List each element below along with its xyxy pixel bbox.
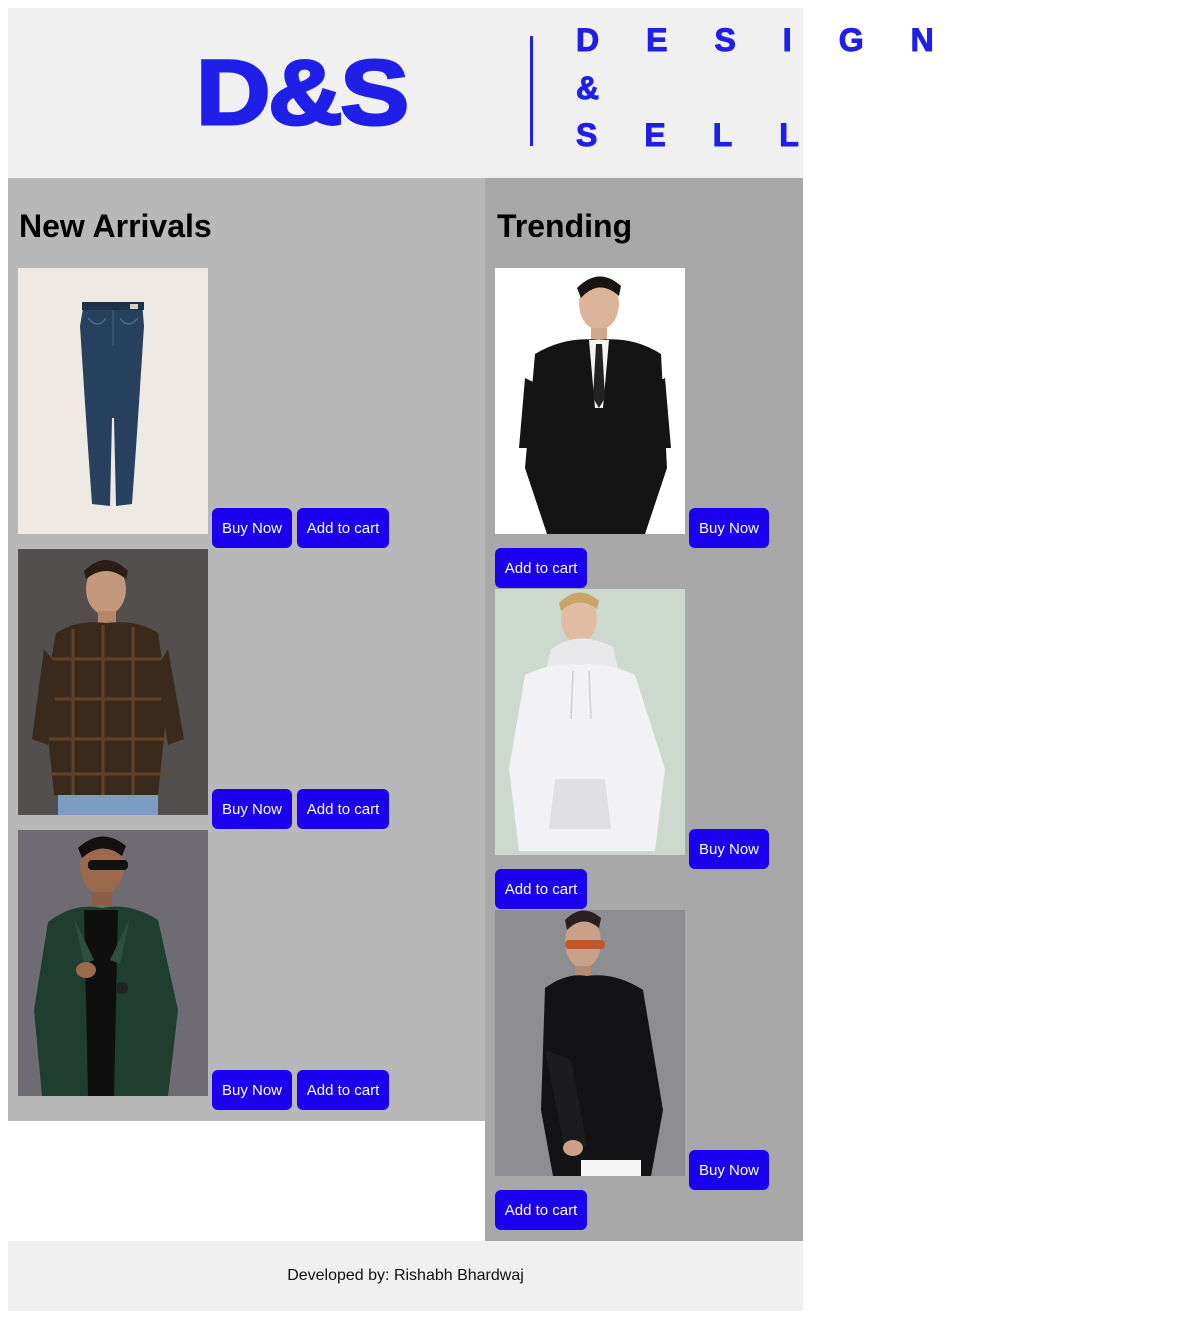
buy-now-button[interactable]: Buy Now bbox=[689, 508, 769, 548]
tagline-design: DESIGN bbox=[576, 22, 981, 59]
buy-now-button[interactable]: Buy Now bbox=[212, 508, 292, 548]
brand-logo[interactable]: D&S bbox=[194, 46, 410, 141]
black-sweater-image-graphic bbox=[495, 910, 685, 1176]
buy-now-button[interactable]: Buy Now bbox=[689, 1150, 769, 1190]
add-to-cart-button[interactable]: Add to cart bbox=[495, 1190, 587, 1230]
tagline-sell: SELL bbox=[576, 117, 846, 154]
footer-credit: Developed by: Rishabh Bhardwaj bbox=[287, 1267, 524, 1284]
logo-divider bbox=[530, 36, 533, 146]
jeans-image-graphic bbox=[18, 268, 208, 534]
footer: Developed by: Rishabh Bhardwaj bbox=[8, 1241, 803, 1311]
green-jacket-image[interactable] bbox=[18, 830, 208, 1096]
trending-section: Trending Buy Now Add to cart Buy Now Add… bbox=[485, 178, 803, 1241]
new-arrivals-title: New Arrivals bbox=[19, 208, 212, 244]
tagline-ampersand: & bbox=[575, 70, 647, 107]
add-to-cart-button[interactable]: Add to cart bbox=[297, 1070, 389, 1110]
add-to-cart-button[interactable]: Add to cart bbox=[495, 869, 587, 909]
black-sweater-image[interactable] bbox=[495, 910, 685, 1176]
jeans-image[interactable] bbox=[18, 268, 208, 534]
white-hoodie-image[interactable] bbox=[495, 589, 685, 855]
white-hoodie-image-graphic bbox=[495, 589, 685, 855]
add-to-cart-button[interactable]: Add to cart bbox=[495, 548, 587, 588]
header: D&S DESIGN & SELL bbox=[8, 8, 934, 178]
green-jacket-image-graphic bbox=[18, 830, 208, 1096]
add-to-cart-button[interactable]: Add to cart bbox=[297, 789, 389, 829]
plaid-shirt-image[interactable] bbox=[18, 549, 208, 815]
main-content: New Arrivals Buy Now Add to cart Buy Now… bbox=[8, 178, 803, 1241]
plaid-shirt-image-graphic bbox=[18, 549, 208, 815]
black-suit-image-graphic bbox=[495, 268, 685, 534]
add-to-cart-button[interactable]: Add to cart bbox=[297, 508, 389, 548]
page: D&S DESIGN & SELL New Arrivals Buy Now A… bbox=[8, 8, 934, 1311]
black-suit-image[interactable] bbox=[495, 268, 685, 534]
buy-now-button[interactable]: Buy Now bbox=[689, 829, 769, 869]
buy-now-button[interactable]: Buy Now bbox=[212, 1070, 292, 1110]
new-arrivals-section: New Arrivals Buy Now Add to cart Buy Now… bbox=[8, 178, 485, 1121]
buy-now-button[interactable]: Buy Now bbox=[212, 789, 292, 829]
trending-title: Trending bbox=[497, 208, 633, 244]
